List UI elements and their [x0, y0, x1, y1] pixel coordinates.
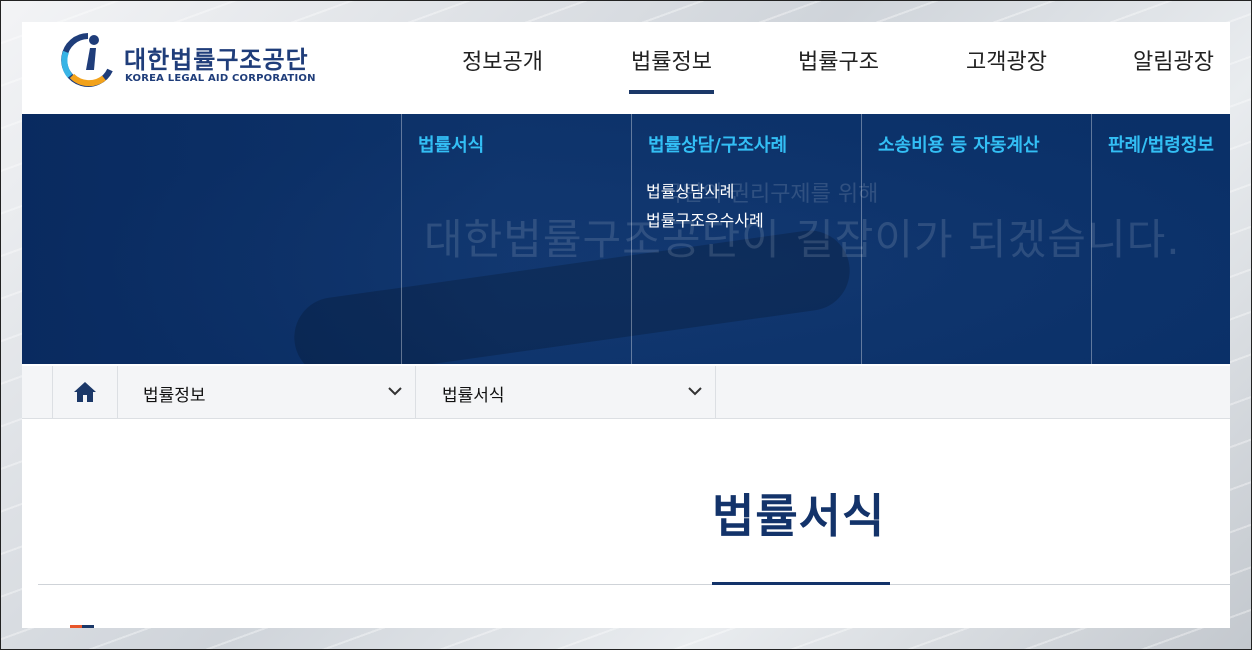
breadcrumb-home-button[interactable]: [52, 366, 118, 418]
gnb-legal-info[interactable]: 법률정보: [629, 44, 714, 94]
mega-column-precedents: 판례/법령정보: [1091, 114, 1230, 364]
mega-head-legal-forms[interactable]: 법률서식: [418, 131, 484, 157]
breadcrumb-select-level2[interactable]: 법률서식: [416, 366, 716, 418]
chevron-down-icon: [388, 387, 402, 396]
gnb-notice-plaza[interactable]: 알림광장: [1133, 44, 1214, 76]
gnb-customer-plaza[interactable]: 고객광장: [966, 44, 1047, 76]
site-logo[interactable]: 대한법률구조공단 KOREA LEGAL AID CORPORATION: [58, 30, 315, 90]
mega-head-cost-calc[interactable]: 소송비용 등 자동계산: [878, 131, 1040, 157]
mega-item-counsel-cases[interactable]: 법률상담사례: [646, 178, 734, 202]
breadcrumb-level1-label: 법률정보: [143, 386, 206, 406]
browser-page: 대한법률구조공단 KOREA LEGAL AID CORPORATION 정보공…: [22, 22, 1230, 628]
mega-head-precedents[interactable]: 판례/법령정보: [1108, 131, 1214, 157]
chevron-down-icon: [688, 387, 702, 396]
mega-menu: 국민의 권리구제를 위해 대한법률구조공단이 길잡이가 되겠습니다. 법률서식 …: [22, 114, 1230, 364]
gnb-info-disclosure[interactable]: 정보공개: [462, 44, 543, 76]
mega-column-legal-forms: 법률서식: [401, 114, 631, 364]
gnb-legal-aid[interactable]: 법률구조: [798, 44, 879, 76]
home-icon: [74, 382, 96, 402]
mega-item-aid-best-cases[interactable]: 법률구조우수사례: [646, 207, 764, 231]
mega-column-counsel-cases: 법률상담/구조사례 법률상담사례 법률구조우수사례: [631, 114, 861, 364]
logo-name: 대한법률구조공단: [124, 46, 309, 74]
logo-subtitle: KOREA LEGAL AID CORPORATION: [125, 73, 316, 84]
title-divider: [38, 584, 1230, 585]
breadcrumb-select-level1[interactable]: 법률정보: [117, 366, 416, 418]
logo-mark-icon: [61, 33, 113, 87]
mega-column-cost-calc: 소송비용 등 자동계산: [861, 114, 1091, 364]
breadcrumb: 법률정보 법률서식: [22, 366, 1230, 419]
title-underline: [712, 582, 890, 585]
site-header: 대한법률구조공단 KOREA LEGAL AID CORPORATION 정보공…: [22, 22, 1230, 114]
section-bullet-accent: [82, 625, 94, 628]
mega-head-counsel-cases[interactable]: 법률상담/구조사례: [648, 131, 787, 157]
breadcrumb-level2-label: 법률서식: [442, 386, 505, 406]
page-title: 법률서식: [712, 489, 886, 543]
